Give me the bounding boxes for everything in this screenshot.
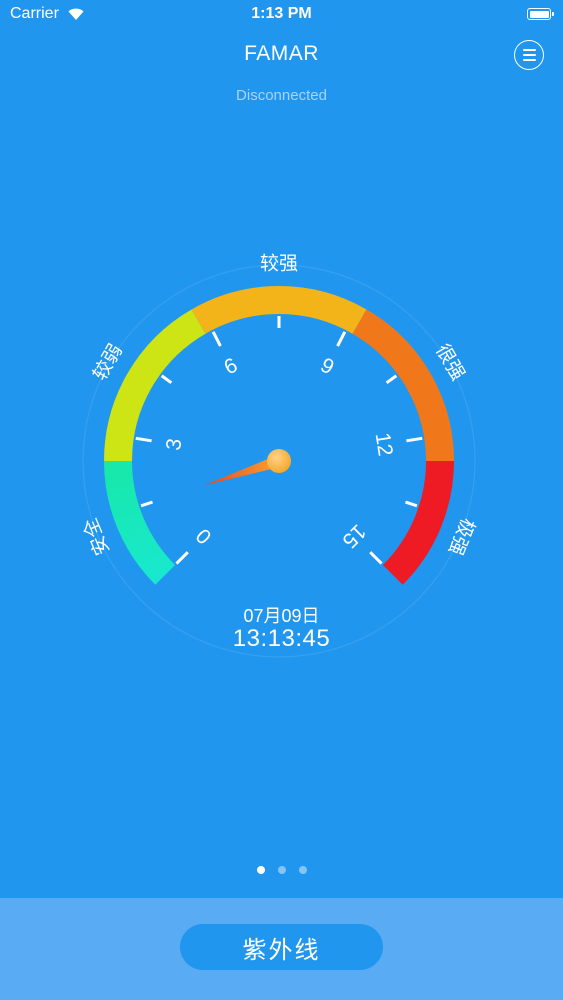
gauge-tick-label: 6 bbox=[220, 354, 241, 380]
gauge-tick-13.5 bbox=[405, 500, 418, 508]
page-dot-1[interactable] bbox=[256, 866, 265, 874]
gauge-zone-label: 很强 bbox=[431, 340, 469, 384]
gauge-tick-1.5 bbox=[140, 500, 153, 508]
date-label: 07月09日 bbox=[243, 606, 320, 626]
page-indicator[interactable] bbox=[0, 866, 563, 876]
gauge-tick-10.5 bbox=[385, 374, 398, 385]
gauge-tick-label: 3 bbox=[162, 437, 187, 452]
page-title: FAMAR bbox=[244, 42, 319, 65]
gauge-tick-3 bbox=[135, 436, 152, 443]
connection-status: Disconnected bbox=[236, 87, 327, 104]
gauge-tick-0 bbox=[175, 551, 189, 565]
gauge-zone-label: 极强 bbox=[444, 515, 479, 559]
page-dot-2[interactable] bbox=[277, 866, 286, 874]
datetime-readout: 07月09日 13:13:45 bbox=[0, 606, 563, 652]
gauge-zone-label: 安全 bbox=[79, 515, 114, 559]
gauge-hub bbox=[267, 449, 291, 473]
gauge-zone-label: 较强 bbox=[260, 253, 298, 275]
gauge-zone-arc-safe bbox=[104, 460, 176, 585]
menu-icon[interactable] bbox=[514, 40, 544, 70]
page-dot-3[interactable] bbox=[298, 866, 307, 874]
gauge-tick-6 bbox=[211, 331, 222, 347]
gauge-zone-arc-1 bbox=[104, 309, 206, 462]
gauge-zone-arc-4 bbox=[382, 460, 454, 585]
gauge-tick-label: 15 bbox=[338, 520, 371, 553]
gauge-tick-label: 12 bbox=[371, 431, 397, 458]
battery-icon bbox=[527, 8, 554, 20]
status-bar: Carrier 1:13 PM bbox=[0, 0, 563, 30]
gauge-tick-12 bbox=[406, 436, 423, 443]
gauge-zone-label: 较弱 bbox=[89, 340, 127, 384]
status-time: 1:13 PM bbox=[251, 5, 312, 22]
uv-mode-button[interactable]: 紫外线 bbox=[180, 924, 383, 970]
gauge-tick-15 bbox=[369, 551, 383, 565]
gauge-tick-9 bbox=[336, 331, 347, 347]
gauge-tick-label: 0 bbox=[192, 524, 217, 549]
gauge-tick-4.5 bbox=[160, 374, 173, 385]
gauge-tick-label: 9 bbox=[317, 354, 338, 380]
time-label: 13:13:45 bbox=[232, 625, 331, 652]
bottom-bar: 紫外线 bbox=[0, 898, 563, 1000]
